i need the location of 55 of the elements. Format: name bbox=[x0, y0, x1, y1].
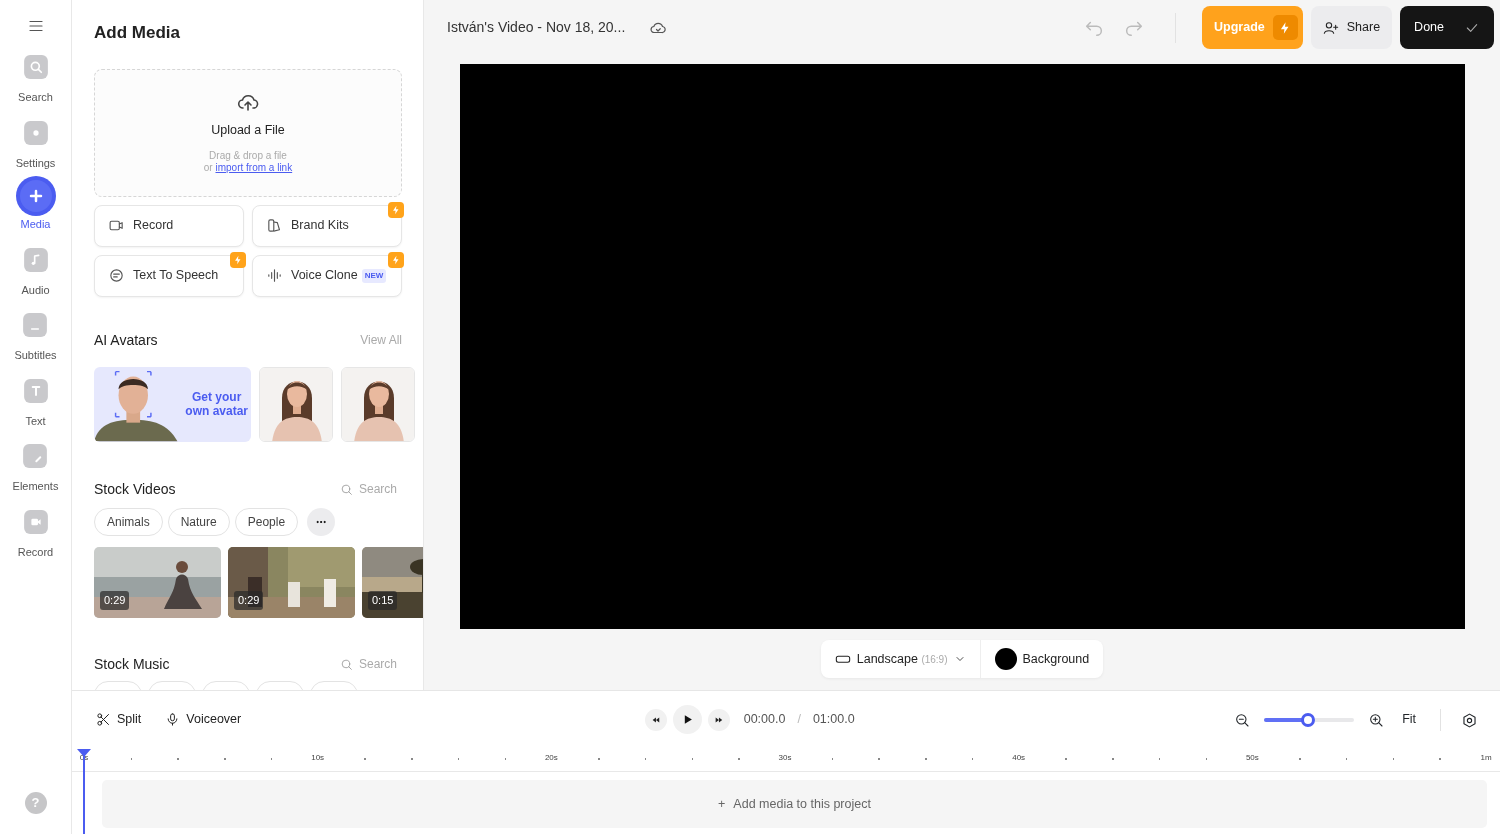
avatar-promo-card[interactable]: Get your own avatar bbox=[94, 366, 251, 442]
action-button[interactable]: Brand Kits bbox=[252, 204, 402, 247]
upload-dropzone[interactable]: Upload a File Drag & drop a file or import from a link bbox=[94, 68, 402, 197]
section-title: Stock Music bbox=[94, 654, 170, 674]
time-separator: / bbox=[797, 711, 801, 729]
sidebar-tab[interactable]: Search bbox=[17, 49, 54, 106]
panel-title: Add Media bbox=[94, 22, 181, 44]
sidebar-tab[interactable]: Text bbox=[17, 372, 54, 429]
section-title: Stock Videos bbox=[94, 479, 176, 499]
share-button[interactable]: Share bbox=[1310, 6, 1393, 49]
aspect-ratio-dropdown[interactable]: Landscape (16:9) bbox=[820, 640, 980, 678]
upload-title: Upload a File bbox=[211, 122, 285, 140]
ruler-label: 20s bbox=[544, 752, 558, 764]
ruler-label: 50s bbox=[1245, 752, 1259, 764]
sidebar-tab[interactable]: Media bbox=[19, 180, 52, 233]
link-prefix: or bbox=[203, 161, 214, 173]
category-chip[interactable]: Animals bbox=[94, 507, 163, 536]
background-button[interactable]: Background bbox=[979, 640, 1104, 678]
category-chip[interactable]: Nature bbox=[167, 507, 230, 536]
done-button[interactable]: Done bbox=[1400, 6, 1494, 49]
add-media-track[interactable]: + Add media to this project bbox=[102, 780, 1487, 828]
video-thumbnail[interactable]: 0:15 bbox=[362, 546, 423, 618]
action-button[interactable]: Text To Speech bbox=[94, 254, 244, 297]
duration-label: 0:15 bbox=[368, 591, 398, 610]
action-button[interactable]: Voice Clone NEW bbox=[252, 254, 402, 297]
ruler-label: 40s bbox=[1012, 752, 1026, 764]
duration-label: 0:29 bbox=[234, 591, 264, 610]
video-thumbnail[interactable]: 0:29 bbox=[94, 546, 221, 618]
promo-text: Get your own avatar bbox=[184, 390, 249, 418]
new-badge: NEW bbox=[361, 268, 387, 283]
plus-sign: + bbox=[718, 795, 726, 813]
split-button[interactable]: Split bbox=[96, 710, 142, 729]
section-title: AI Avatars bbox=[94, 330, 158, 350]
ruler-label: 1m bbox=[1480, 752, 1492, 764]
duration-label: 0:29 bbox=[100, 591, 130, 610]
project-title: István's Video - Nov 18, 20... bbox=[447, 18, 626, 37]
ruler-label: 10s bbox=[311, 752, 325, 764]
voiceover-button[interactable]: Voiceover bbox=[165, 710, 242, 729]
category-chip[interactable]: People bbox=[234, 507, 299, 536]
video-thumbnail[interactable]: 0:29 bbox=[228, 546, 355, 618]
sidebar-tab[interactable]: Record bbox=[17, 503, 54, 560]
search-field[interactable]: Search bbox=[359, 655, 401, 673]
sidebar-tab[interactable]: Elements bbox=[12, 438, 59, 495]
total-duration: 01:00.0 bbox=[812, 711, 855, 729]
current-time: 00:00.0 bbox=[743, 711, 786, 729]
sidebar-tab[interactable]: Subtitles bbox=[14, 307, 57, 364]
sidebar-tab[interactable]: Settings bbox=[15, 114, 56, 171]
ruler-label: 30s bbox=[778, 752, 792, 764]
action-button[interactable]: Record bbox=[94, 204, 244, 247]
add-media-label: Add media to this project bbox=[733, 795, 871, 813]
search-field[interactable]: Search bbox=[359, 480, 401, 498]
upload-hint: Drag & drop a file bbox=[209, 149, 287, 162]
fit-button[interactable]: Fit bbox=[1402, 710, 1416, 729]
import-link[interactable]: import from a link bbox=[215, 161, 293, 173]
sidebar-tab[interactable]: Audio bbox=[17, 241, 54, 298]
